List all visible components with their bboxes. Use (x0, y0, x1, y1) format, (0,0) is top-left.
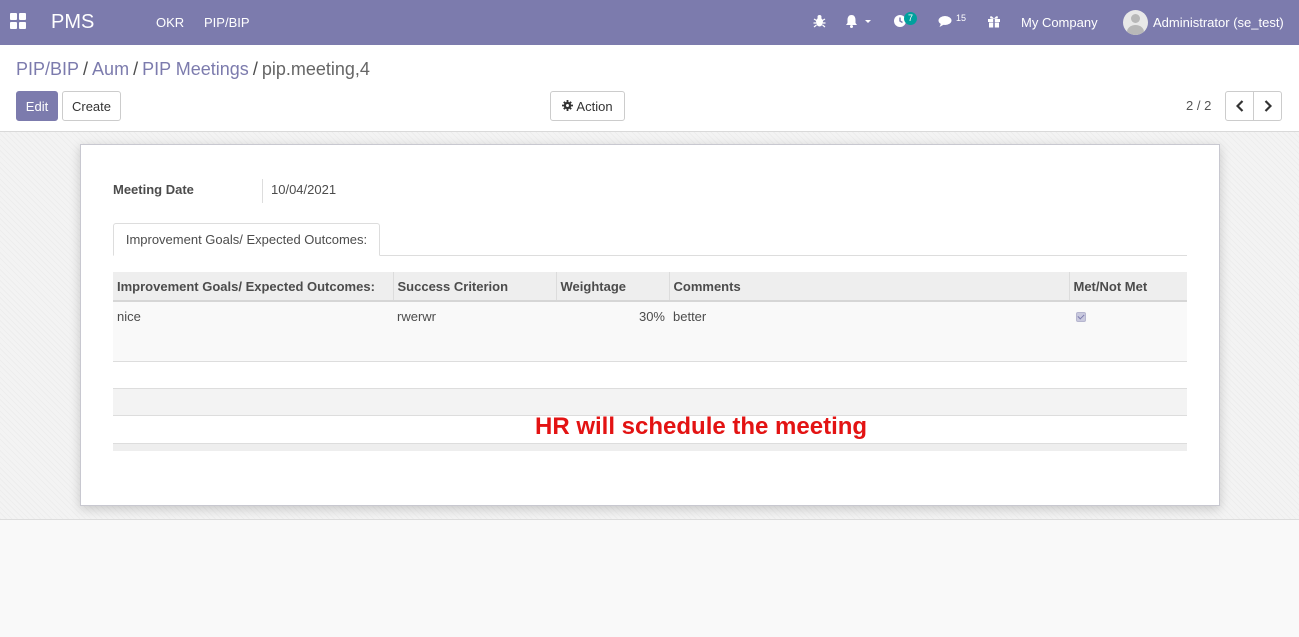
action-menu-button[interactable]: Action (550, 91, 625, 121)
pager-next-button[interactable] (1253, 91, 1282, 121)
cell-criterion: rwerwr (393, 301, 556, 362)
table-empty-row (113, 388, 1187, 416)
cell-weightage: 30% (556, 301, 669, 362)
column-header-met-not-met[interactable]: Met/Not Met (1069, 272, 1187, 302)
column-header-weightage[interactable]: Weightage (556, 272, 670, 302)
messages-chat-icon[interactable] (938, 15, 954, 31)
form-sheet: Meeting Date 10/04/2021 Improvement Goal… (80, 144, 1220, 506)
apps-menu-icon[interactable] (10, 13, 26, 29)
breadcrumb-separator: / (83, 59, 89, 79)
column-header-goals[interactable]: Improvement Goals/ Expected Outcomes: (113, 272, 394, 302)
annotation-text: HR will schedule the meeting (535, 413, 868, 440)
form-view: Meeting Date 10/04/2021 Improvement Goal… (0, 132, 1299, 520)
breadcrumb-separator: / (133, 59, 139, 79)
app-brand[interactable]: PMS (51, 11, 94, 34)
gear-icon (562, 99, 574, 114)
table-footer (113, 443, 1187, 451)
cell-comments: better (669, 301, 1069, 362)
chevron-left-icon (1235, 100, 1243, 112)
user-menu[interactable]: Administrator (se_test) (1153, 15, 1284, 30)
table-row[interactable]: nice rwerwr 30% better (113, 301, 1187, 362)
breadcrumb-current: pip.meeting,4 (261, 59, 370, 79)
top-navbar: PMS OKR PIP/BIP 7 15 My Company Administ… (0, 0, 1299, 45)
met-checkbox[interactable] (1076, 312, 1086, 322)
cell-met-not-met (1069, 301, 1187, 362)
breadcrumb: PIP/BIP / Aum / PIP Meetings / pip.meeting,4 (16, 59, 370, 80)
table-header-row: Improvement Goals/ Expected Outcomes: Su… (113, 272, 1187, 302)
notifications-bell-icon[interactable] (845, 14, 871, 31)
user-avatar[interactable] (1123, 10, 1148, 35)
create-button[interactable]: Create (62, 91, 121, 121)
pager-counter[interactable]: 2 / 2 (1186, 98, 1211, 113)
meeting-date-value: 10/04/2021 (271, 182, 337, 197)
improvement-goals-table: Improvement Goals/ Expected Outcomes: Su… (113, 272, 1187, 362)
column-header-comments[interactable]: Comments (669, 272, 1070, 302)
company-switcher[interactable]: My Company (1021, 15, 1098, 30)
breadcrumb-item-pip-meetings[interactable]: PIP Meetings (142, 59, 249, 79)
menu-okr[interactable]: OKR (156, 15, 184, 30)
activity-count-badge: 7 (904, 12, 918, 25)
column-header-success-criterion[interactable]: Success Criterion (393, 272, 557, 302)
pager-previous-button[interactable] (1225, 91, 1254, 121)
field-divider (262, 179, 263, 203)
breadcrumb-item-pip-bip[interactable]: PIP/BIP (16, 59, 79, 79)
menu-pip-bip[interactable]: PIP/BIP (204, 15, 250, 30)
meeting-date-label: Meeting Date (113, 182, 194, 197)
action-label: Action (576, 98, 613, 114)
cell-goal: nice (113, 301, 393, 362)
chevron-right-icon (1264, 100, 1272, 112)
messages-count: 15 (956, 13, 967, 23)
gift-icon[interactable] (987, 14, 1001, 31)
tab-improvement-goals[interactable]: Improvement Goals/ Expected Outcomes: (113, 223, 380, 256)
edit-button[interactable]: Edit (16, 91, 58, 121)
breadcrumb-item-aum[interactable]: Aum (92, 59, 129, 79)
control-panel: PIP/BIP / Aum / PIP Meetings / pip.meeting,4 E… (0, 45, 1299, 132)
bug-icon[interactable] (813, 14, 826, 31)
breadcrumb-separator: / (252, 59, 258, 79)
